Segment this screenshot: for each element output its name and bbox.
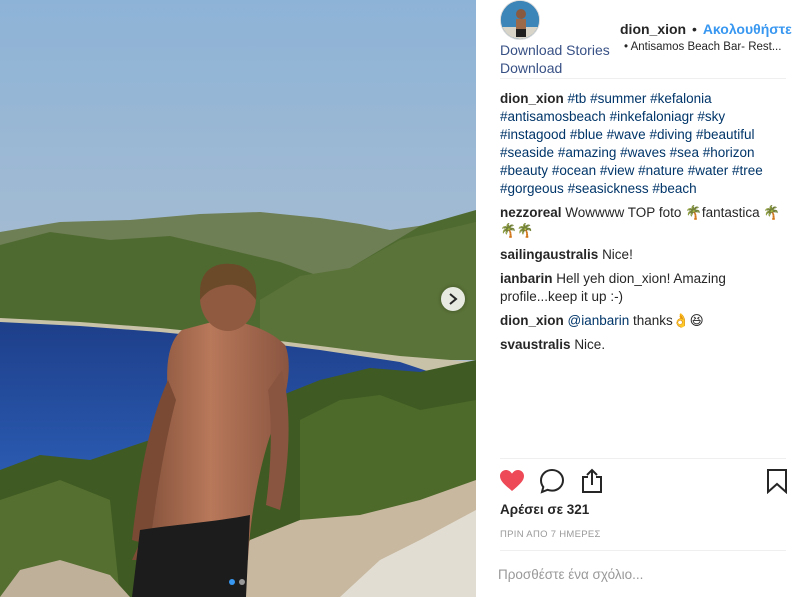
bookmark-icon [767, 469, 787, 494]
divider [500, 458, 786, 459]
comment-item: nezzoreal Wowwww TOP foto 🌴fantastica 🌴🌴… [500, 204, 790, 240]
carousel-indicator [229, 579, 245, 585]
hashtag-link[interactable]: #tb [568, 91, 587, 106]
share-icon [582, 468, 602, 493]
chevron-right-icon [449, 293, 458, 305]
separator: • [692, 21, 697, 37]
download-link[interactable]: Download [500, 59, 610, 77]
hashtag-link[interactable]: #sea [670, 145, 699, 160]
post-header: Download Stories Download dion_xion • Ακ… [476, 0, 794, 78]
divider [500, 78, 786, 79]
comment-mention[interactable]: @ianbarin [568, 313, 630, 328]
save-button[interactable] [763, 467, 791, 495]
hashtag-link[interactable]: #gorgeous [500, 181, 564, 196]
caption-hashtags: #tb #summer #kefalonia #antisamosbeach #… [500, 91, 763, 196]
hashtag-link[interactable]: #summer [590, 91, 646, 106]
comment-username[interactable]: nezzoreal [500, 205, 562, 220]
hashtag-link[interactable]: #diving [649, 127, 692, 142]
photo-scene [0, 0, 476, 597]
hashtag-link[interactable]: #view [600, 163, 635, 178]
hashtag-link[interactable]: #horizon [703, 145, 755, 160]
caption: dion_xion #tb #summer #kefalonia #antisa… [500, 90, 790, 198]
hashtag-link[interactable]: #waves [620, 145, 666, 160]
hashtag-link[interactable]: #instagood [500, 127, 566, 142]
hashtag-link[interactable]: #tree [732, 163, 763, 178]
comment-item: sailingaustralis Nice! [500, 246, 790, 264]
user-line: dion_xion • Ακολουθήστε [620, 21, 792, 37]
add-comment-input[interactable] [498, 562, 778, 586]
hashtag-link[interactable]: #beautiful [696, 127, 755, 142]
comment-icon [539, 468, 565, 494]
hashtag-link[interactable]: #kefalonia [650, 91, 712, 106]
divider [500, 550, 786, 551]
caption-username[interactable]: dion_xion [500, 91, 564, 106]
hashtag-link[interactable]: #sky [697, 109, 725, 124]
share-button[interactable] [578, 467, 606, 495]
follow-button[interactable]: Ακολουθήστε [703, 21, 792, 37]
comment-text: thanks👌😆 [629, 313, 704, 328]
post-username[interactable]: dion_xion [620, 21, 686, 37]
post-details-panel: Download Stories Download dion_xion • Ακ… [476, 0, 794, 597]
comment-username[interactable]: sailingaustralis [500, 247, 598, 262]
hashtag-link[interactable]: #beauty [500, 163, 548, 178]
carousel-dot-active [229, 579, 235, 585]
hashtag-link[interactable]: #antisamosbeach [500, 109, 606, 124]
comment-username[interactable]: dion_xion [500, 313, 564, 328]
hashtag-link[interactable]: #beach [652, 181, 696, 196]
likes-count[interactable]: Αρέσει σε 321 [500, 502, 589, 517]
carousel-dot [239, 579, 245, 585]
hashtag-link[interactable]: #water [688, 163, 729, 178]
post-timestamp: ΠΡΙΝ ΑΠΟ 7 ΗΜΕΡΕΣ [500, 529, 601, 540]
comment-username[interactable]: ianbarin [500, 271, 553, 286]
avatar-image [501, 1, 539, 39]
hashtag-link[interactable]: #seaside [500, 145, 554, 160]
comment-item: svaustralis Nice. [500, 336, 790, 354]
comments-list: dion_xion #tb #summer #kefalonia #antisa… [500, 90, 790, 360]
download-stories-link[interactable]: Download Stories [500, 41, 610, 59]
hashtag-link[interactable]: #seasickness [568, 181, 649, 196]
comment-text: Nice. [574, 337, 606, 352]
heart-icon [500, 470, 524, 491]
comment-item: ianbarin Hell yeh dion_xion! Amazing pro… [500, 270, 790, 306]
comment-item: dion_xion @ianbarin thanks👌😆 [500, 312, 790, 330]
like-button[interactable] [498, 467, 526, 495]
hashtag-link[interactable]: #inkefaloniagr [610, 109, 694, 124]
location-link[interactable]: • Antisamos Beach Bar- Rest... [624, 41, 781, 53]
hashtag-link[interactable]: #ocean [552, 163, 596, 178]
hashtag-link[interactable]: #nature [638, 163, 684, 178]
hashtag-link[interactable]: #blue [570, 127, 603, 142]
post-photo[interactable] [0, 0, 476, 597]
next-slide-button[interactable] [441, 287, 465, 311]
comment-username[interactable]: svaustralis [500, 337, 571, 352]
comment-button[interactable] [538, 467, 566, 495]
hashtag-link[interactable]: #wave [607, 127, 646, 142]
download-links: Download Stories Download [500, 41, 610, 77]
comment-text: Nice! [602, 247, 633, 262]
avatar[interactable] [500, 0, 540, 40]
hashtag-link[interactable]: #amazing [558, 145, 617, 160]
